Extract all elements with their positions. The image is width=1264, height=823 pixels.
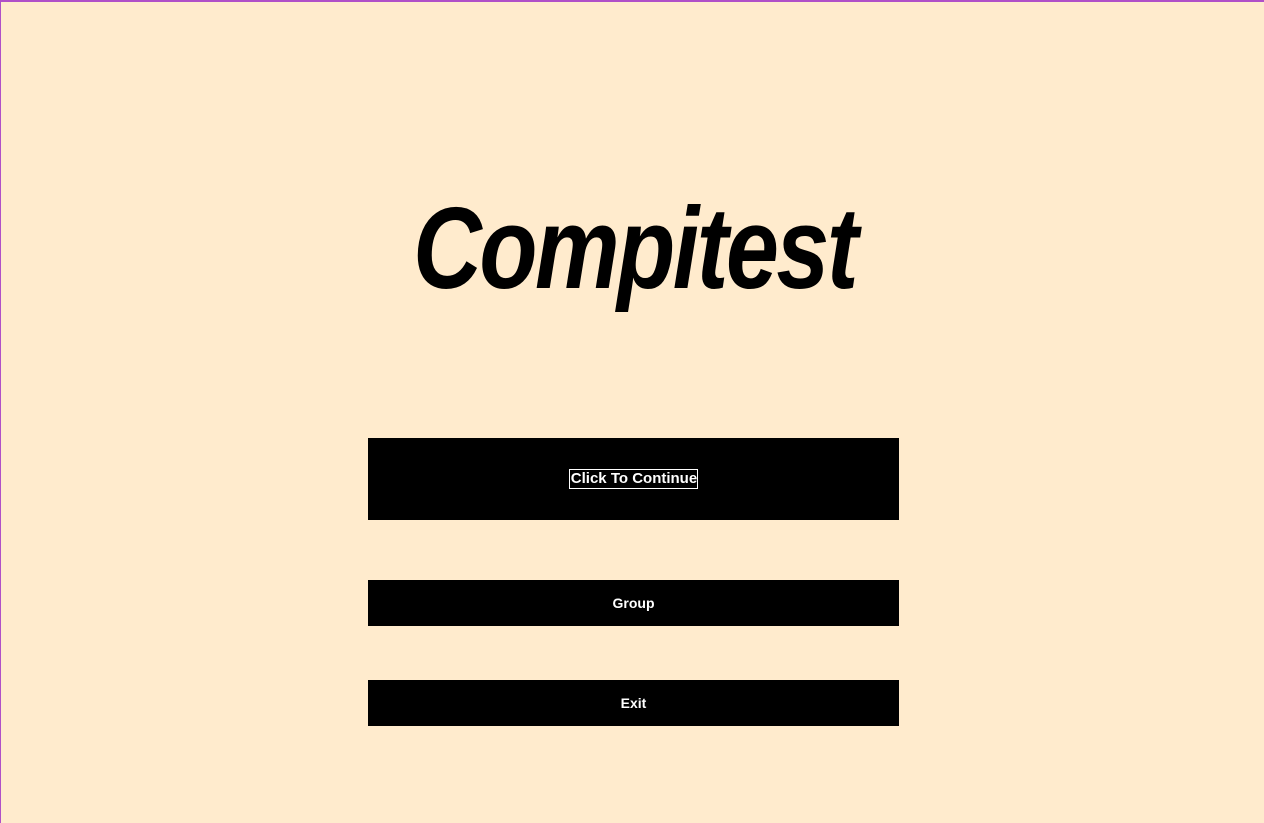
group-button[interactable]: Group — [368, 580, 899, 626]
group-button-label: Group — [612, 595, 655, 611]
exit-button-label: Exit — [620, 695, 647, 711]
main-window: Compitest Click To Continue Group Exit — [0, 0, 1264, 823]
app-title: Compitest — [413, 183, 858, 313]
exit-button[interactable]: Exit — [368, 680, 899, 726]
continue-button[interactable]: Click To Continue — [368, 438, 899, 520]
continue-button-label: Click To Continue — [568, 469, 699, 489]
